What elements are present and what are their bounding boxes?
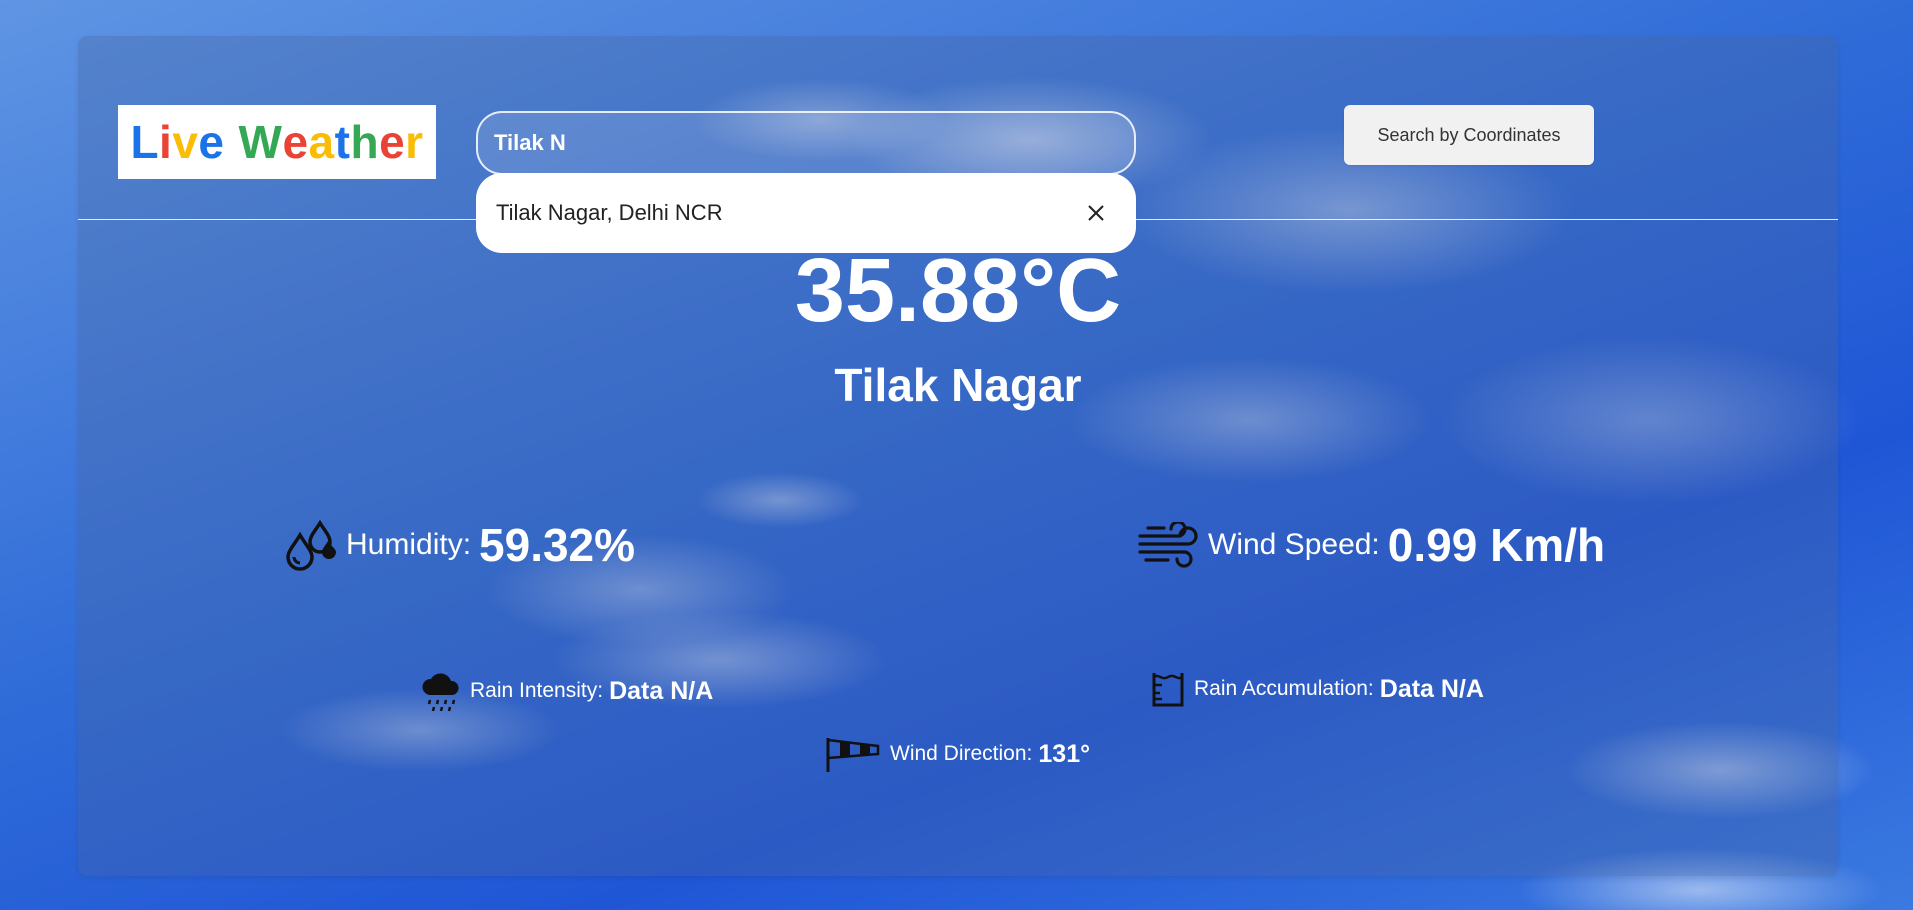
city-search-input[interactable] — [476, 111, 1136, 175]
rain-intensity-label: Rain Intensity: — [470, 679, 604, 702]
logo-letter: e — [198, 116, 225, 168]
rain-intensity-stat: Rain Intensity: Data N/A — [420, 669, 713, 713]
city-name: Tilak Nagar — [834, 359, 1082, 411]
search-by-coordinates-button[interactable]: Search by Coordinates — [1344, 105, 1594, 165]
rain-gauge-icon — [1150, 669, 1186, 709]
humidity-drops-icon — [284, 519, 338, 571]
rain-intensity-value: Data N/A — [609, 676, 714, 705]
wind-speed-stat: Wind Speed: 0.99 Km/h — [1138, 518, 1605, 572]
logo-letter: L — [130, 116, 160, 168]
humidity-stat: Humidity: 59.32% — [284, 518, 635, 572]
logo-letter: t — [334, 116, 351, 168]
wind-icon — [1138, 522, 1200, 568]
logo-letter: W — [238, 116, 283, 168]
logo-letter: v — [172, 116, 199, 168]
logo-letter: e — [379, 116, 406, 168]
logo-letter: i — [159, 116, 173, 168]
app-logo: L i v e W e a t h e r — [118, 105, 436, 179]
weather-card: L i v e W e a t h e r Tilak Nagar, Delhi… — [78, 36, 1838, 876]
wind-direction-stat: Wind Direction: 131° — [824, 734, 1090, 774]
logo-letter: r — [405, 116, 424, 168]
logo-letter: e — [282, 116, 309, 168]
logo-letter: a — [308, 116, 335, 168]
suggestion-label: Tilak Nagar, Delhi NCR — [496, 200, 723, 225]
humidity-value: 59.32% — [479, 519, 636, 571]
current-temperature: 35.88°C — [794, 241, 1122, 341]
search-area: Tilak Nagar, Delhi NCR — [476, 111, 1136, 253]
wind-speed-label: Wind Speed: — [1208, 528, 1380, 561]
wind-direction-label: Wind Direction: — [890, 742, 1033, 765]
rain-accumulation-label: Rain Accumulation: — [1194, 677, 1374, 700]
close-icon[interactable] — [1076, 193, 1116, 233]
wind-direction-value: 131° — [1038, 739, 1091, 768]
windsock-icon — [824, 734, 882, 774]
wind-speed-value: 0.99 Km/h — [1387, 519, 1606, 571]
rain-accumulation-stat: Rain Accumulation: Data N/A — [1150, 669, 1484, 709]
humidity-label: Humidity: — [346, 528, 472, 561]
logo-letter: h — [350, 116, 380, 168]
rain-accumulation-value: Data N/A — [1379, 674, 1484, 703]
rain-cloud-icon — [420, 669, 462, 713]
